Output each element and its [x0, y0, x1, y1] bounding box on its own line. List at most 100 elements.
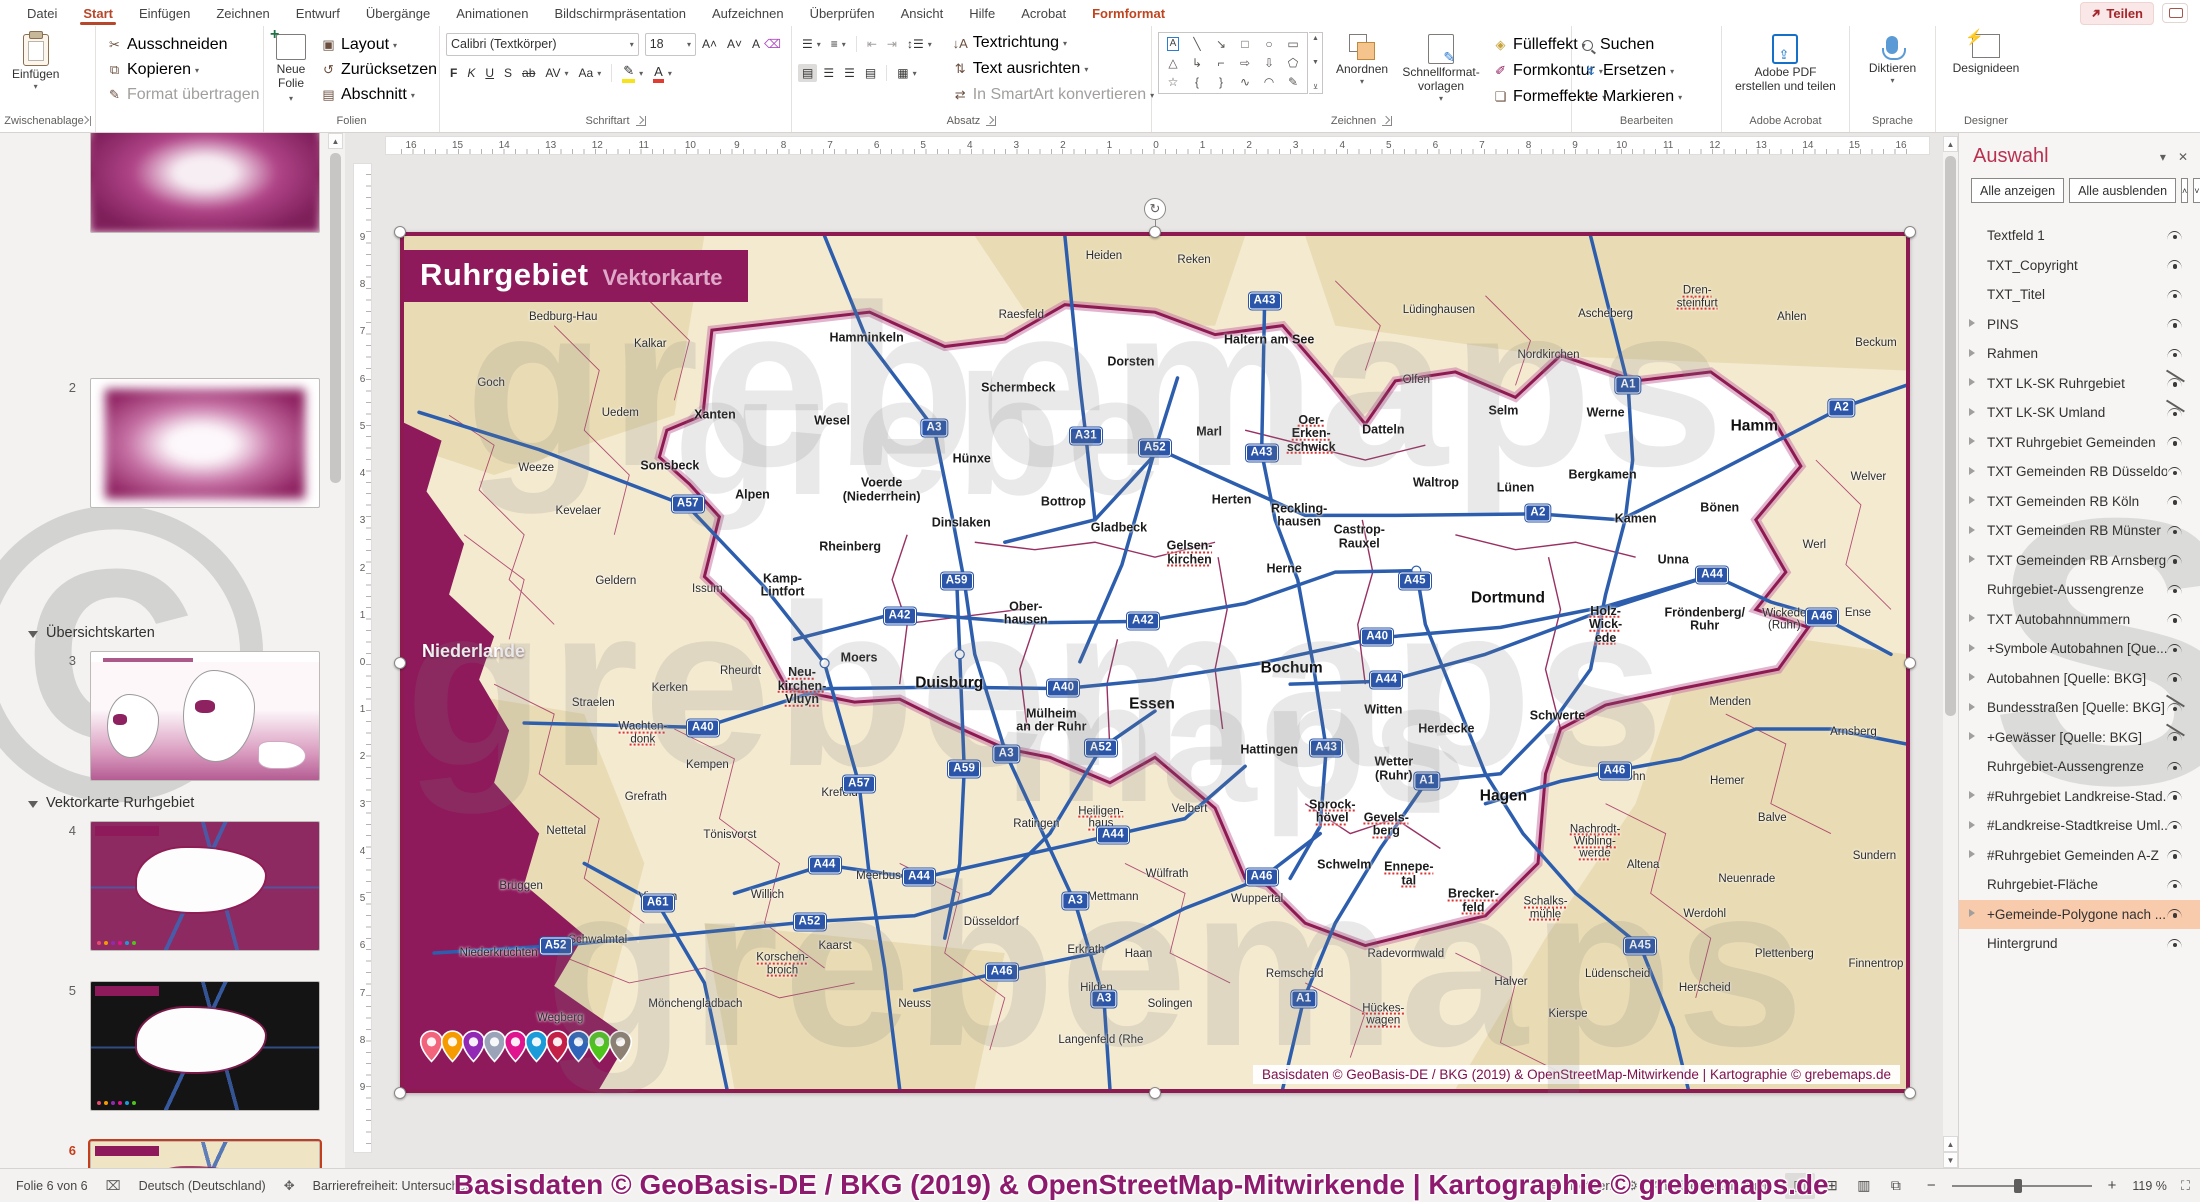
- tab-bildschirmpräsentation[interactable]: Bildschirmpräsentation: [541, 0, 699, 26]
- zoom-in-button[interactable]: +: [2106, 1177, 2119, 1194]
- visibility-eye-icon[interactable]: [2167, 791, 2184, 801]
- visibility-eye-icon[interactable]: [2167, 319, 2184, 329]
- paragraph-dialog-launcher[interactable]: [986, 116, 996, 126]
- font-size-select[interactable]: 18▾: [645, 33, 696, 56]
- visibility-eye-icon[interactable]: [2167, 231, 2184, 241]
- expand-triangle-icon[interactable]: [1969, 821, 1981, 831]
- tab-acrobat[interactable]: Acrobat: [1008, 0, 1079, 26]
- find-button[interactable]: Suchen: [1578, 34, 1686, 56]
- show-all-button[interactable]: Alle anzeigen: [1971, 178, 2064, 203]
- layout-button[interactable]: ▣Layout▾: [316, 34, 441, 56]
- shape-glyph[interactable]: ⇩: [1264, 56, 1274, 70]
- move-up-button[interactable]: ˄: [2181, 178, 2188, 203]
- drawing-dialog-launcher[interactable]: [1382, 116, 1392, 126]
- selection-item[interactable]: TXT_Titel: [1959, 280, 2200, 310]
- expand-triangle-icon[interactable]: [1969, 319, 1981, 329]
- rotation-handle[interactable]: ↻: [1144, 198, 1166, 220]
- italic-button[interactable]: K: [463, 64, 479, 82]
- shape-glyph[interactable]: ⌐: [1217, 56, 1224, 70]
- shape-glyph[interactable]: ☆: [1168, 75, 1179, 89]
- expand-triangle-icon[interactable]: [1969, 850, 1981, 860]
- line-spacing-button[interactable]: ↕☰▾: [903, 35, 936, 53]
- slideshow-view-button[interactable]: ⧉: [1881, 1173, 1911, 1199]
- tab-entwurf[interactable]: Entwurf: [283, 0, 353, 26]
- expand-triangle-icon[interactable]: [1969, 703, 1981, 713]
- share-button[interactable]: ➔Teilen: [2080, 2, 2154, 25]
- slide-thumbnail-image[interactable]: [90, 1141, 320, 1168]
- previous-slide-button[interactable]: ▲: [1943, 1136, 1958, 1152]
- bullets-button[interactable]: ☰▾: [798, 35, 825, 53]
- visibility-eye-icon[interactable]: [2167, 762, 2184, 772]
- selection-item[interactable]: Ruhrgebiet-Aussengrenze: [1959, 575, 2200, 605]
- grow-font-button[interactable]: A˄: [698, 35, 721, 53]
- underline-button[interactable]: U: [481, 64, 498, 82]
- section-button[interactable]: ▤Abschnitt▾: [316, 84, 441, 106]
- expand-triangle-icon[interactable]: [1969, 467, 1981, 477]
- new-slide-button[interactable]: Neue Folie ▾: [270, 32, 312, 106]
- select-button[interactable]: ➢Markieren▾: [1578, 86, 1686, 108]
- visibility-eye-icon[interactable]: [2167, 880, 2184, 890]
- scroll-up-icon[interactable]: ▲: [1943, 136, 1958, 152]
- slide-thumbnail-3[interactable]: 3: [0, 651, 345, 781]
- visibility-eye-icon[interactable]: [2167, 673, 2184, 683]
- expand-triangle-icon[interactable]: [1969, 614, 1981, 624]
- zoom-slider[interactable]: [1952, 1185, 2092, 1187]
- expand-triangle-icon[interactable]: [1969, 909, 1981, 919]
- selection-item[interactable]: TXT Gemeinden RB Düsseldorf: [1959, 457, 2200, 487]
- shape-glyph[interactable]: A: [1167, 37, 1180, 51]
- visibility-eye-off-icon[interactable]: [2167, 408, 2184, 418]
- zoom-level[interactable]: 119 %: [2132, 1179, 2167, 1193]
- tab-aufzeichnen[interactable]: Aufzeichnen: [699, 0, 797, 26]
- cut-button[interactable]: ✂Ausschneiden: [102, 34, 264, 56]
- selection-item[interactable]: TXT Ruhrgebiet Gemeinden: [1959, 428, 2200, 458]
- selection-item[interactable]: #Landkreise-Stadtkreise Uml...: [1959, 811, 2200, 841]
- resize-handle-w[interactable]: [394, 657, 406, 669]
- text-direction-button[interactable]: ↓ATextrichtung▾: [948, 32, 1158, 54]
- visibility-eye-icon[interactable]: [2167, 821, 2184, 831]
- bold-button[interactable]: F: [446, 64, 461, 82]
- selection-item[interactable]: TXT LK-SK Umland: [1959, 398, 2200, 428]
- clear-formatting-button[interactable]: A⌫: [748, 35, 785, 53]
- spellcheck-icon[interactable]: ⌧: [106, 1178, 121, 1194]
- shapes-gallery[interactable]: A╲↘□○▭△↳⌐⇨⇩⬠☆{}∿◠✎: [1158, 32, 1308, 94]
- columns-button[interactable]: ▦▾: [893, 64, 920, 82]
- selection-item[interactable]: #Ruhrgebiet Landkreise-Stad...: [1959, 782, 2200, 812]
- slide-thumbnail-1[interactable]: 1: [0, 133, 345, 233]
- pane-options-icon[interactable]: ▾: [2160, 150, 2166, 164]
- visibility-eye-icon[interactable]: [2167, 290, 2184, 300]
- copy-button[interactable]: ⧉Kopieren▾: [102, 59, 264, 81]
- align-center-button[interactable]: ☰: [819, 64, 838, 82]
- shape-glyph[interactable]: ▭: [1287, 37, 1298, 51]
- slide-thumbnail-6[interactable]: 6: [0, 1141, 345, 1168]
- resize-handle-s[interactable]: [1149, 1087, 1161, 1099]
- convert-smartart-button[interactable]: ⇄In SmartArt konvertieren▾: [948, 84, 1158, 106]
- selection-item[interactable]: +Gemeinde-Polygone nach ...: [1959, 900, 2200, 930]
- design-ideas-button[interactable]: Designideen: [1947, 32, 2026, 78]
- reading-view-button[interactable]: ▥: [1849, 1173, 1879, 1199]
- align-right-button[interactable]: ☰: [840, 64, 859, 82]
- visibility-eye-icon[interactable]: [2167, 349, 2184, 359]
- close-icon[interactable]: ✕: [2178, 150, 2188, 164]
- next-slide-button[interactable]: ▼: [1943, 1152, 1958, 1168]
- decrease-indent-button[interactable]: ⇤: [863, 35, 881, 53]
- tab-überprüfen[interactable]: Überprüfen: [797, 0, 888, 26]
- expand-triangle-icon[interactable]: [1969, 644, 1981, 654]
- clipboard-dialog-launcher[interactable]: [90, 116, 91, 126]
- shape-glyph[interactable]: ↳: [1192, 56, 1202, 70]
- format-painter-button[interactable]: ✎Format übertragen: [102, 84, 264, 106]
- visibility-eye-off-icon[interactable]: [2167, 378, 2184, 388]
- shape-glyph[interactable]: ∿: [1240, 75, 1250, 89]
- expand-triangle-icon[interactable]: [1969, 555, 1981, 565]
- slide-canvas[interactable]: ↻: [400, 232, 1910, 1093]
- strikethrough-button[interactable]: ab: [518, 64, 539, 82]
- slide-thumbnail-image[interactable]: [90, 821, 320, 951]
- reset-button[interactable]: ↺Zurücksetzen: [316, 59, 441, 81]
- tab-datei[interactable]: Datei: [14, 0, 70, 26]
- scroll-up-icon[interactable]: ▲: [328, 133, 343, 149]
- dictate-button[interactable]: Diktieren▾: [1863, 32, 1922, 87]
- expand-triangle-icon[interactable]: [1969, 378, 1981, 388]
- selection-item[interactable]: PINS: [1959, 310, 2200, 340]
- selection-item[interactable]: TXT LK-SK Ruhrgebiet: [1959, 369, 2200, 399]
- expand-triangle-icon[interactable]: [1969, 732, 1981, 742]
- visibility-eye-icon[interactable]: [2167, 496, 2184, 506]
